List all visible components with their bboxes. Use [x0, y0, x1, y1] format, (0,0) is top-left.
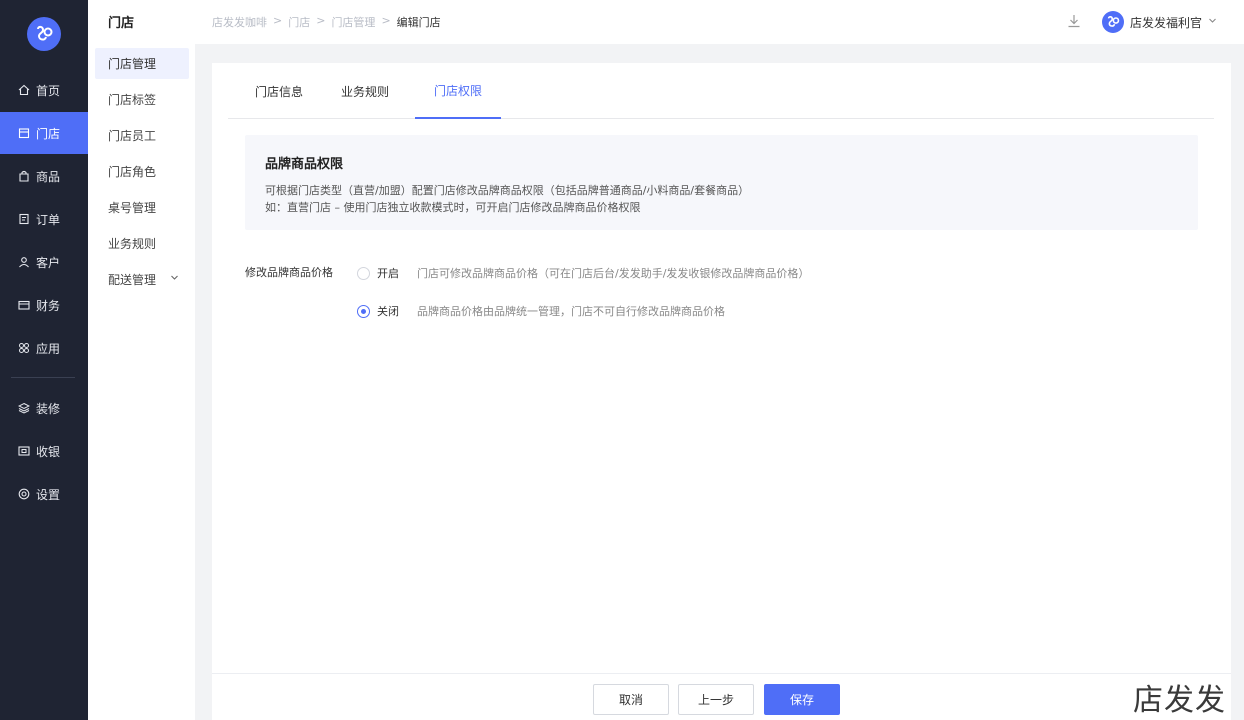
previous-step-button[interactable]: 上一步 — [678, 684, 754, 715]
nav-item-settings[interactable]: 设置 — [0, 473, 88, 515]
top-header: 店发发咖啡 > 门店 > 门店管理 > 编辑门店 店发发福利官 — [195, 0, 1244, 44]
submenu-label: 配送管理 — [108, 273, 157, 287]
nav-item-decor[interactable]: 装修 — [0, 387, 88, 429]
store-icon — [18, 127, 30, 139]
tab-store-info[interactable]: 门店信息 — [248, 63, 310, 119]
breadcrumb-item[interactable]: 门店管理 — [331, 14, 375, 30]
tab-store-permissions[interactable]: 门店权限 — [415, 63, 501, 119]
submenu-item-business-rules[interactable]: 业务规则 — [95, 228, 189, 259]
nav-item-cashier[interactable]: 收银 — [0, 430, 88, 472]
radio-label: 开启 — [377, 267, 399, 280]
submenu-item-store-manage[interactable]: 门店管理 — [95, 48, 189, 79]
nav-label: 订单 — [36, 212, 61, 227]
layers-icon — [18, 402, 30, 414]
breadcrumb-separator: > — [273, 14, 283, 27]
nav-item-finance[interactable]: 财务 — [0, 284, 88, 326]
nav-item-goods[interactable]: 商品 — [0, 155, 88, 197]
nav-label: 设置 — [36, 487, 61, 502]
submenu-item-store-staff[interactable]: 门店员工 — [95, 120, 189, 151]
main-nav: 首页 门店 商品 订单 客户 财务 应用 装修 收银 设置 — [0, 0, 88, 720]
nav-label: 商品 — [36, 169, 61, 184]
nav-item-customers[interactable]: 客户 — [0, 241, 88, 283]
tab-label: 门店权限 — [433, 83, 482, 98]
info-panel: 品牌商品权限 可根据门店类型（直营/加盟）配置门店修改品牌商品权限（包括品牌普通… — [245, 135, 1198, 230]
radio-description: 品牌商品价格由品牌统一管理，门店不可自行修改品牌商品价格 — [417, 305, 725, 318]
nav-label: 收银 — [36, 444, 61, 459]
breadcrumb: 店发发咖啡 > 门店 > 门店管理 > 编辑门店 — [212, 14, 441, 30]
submenu-label: 业务规则 — [108, 237, 157, 251]
info-title: 品牌商品权限 — [265, 157, 344, 172]
radio-description: 门店可修改品牌商品价格（可在门店后台/发发助手/发发收银修改品牌商品价格） — [417, 267, 810, 280]
chevron-down-icon — [170, 273, 179, 285]
nav-label: 财务 — [36, 298, 61, 313]
info-description: 可根据门店类型（直营/加盟）配置门店修改品牌商品权限（包括品牌普通商品/小料商品… — [265, 184, 750, 197]
bag-icon — [18, 170, 30, 182]
tab-bar: 门店信息 业务规则 门店权限 — [228, 63, 1214, 119]
watermark: 店发发 — [1133, 683, 1226, 718]
logo-icon — [37, 25, 53, 41]
save-button[interactable]: 保存 — [764, 684, 840, 715]
breadcrumb-current: 编辑门店 — [396, 16, 441, 29]
nav-label: 首页 — [36, 83, 61, 98]
order-icon — [18, 213, 30, 225]
nav-label: 客户 — [36, 255, 61, 270]
submenu-label: 桌号管理 — [108, 201, 157, 215]
user-icon — [18, 256, 30, 268]
submenu-title: 门店 — [108, 16, 135, 31]
user-menu[interactable]: 店发发福利官 — [1102, 11, 1217, 33]
apps-icon — [18, 342, 30, 354]
radio-button[interactable] — [357, 304, 370, 318]
action-footer: 取消 上一步 保存 — [212, 673, 1231, 720]
radio-button[interactable] — [357, 266, 370, 280]
nav-label: 门店 — [36, 126, 61, 141]
settings-icon — [18, 488, 30, 500]
home-icon — [18, 84, 30, 96]
radio-label: 关闭 — [377, 305, 399, 318]
radio-option-disable[interactable]: 关闭 品牌商品价格由品牌统一管理，门店不可自行修改品牌商品价格 — [357, 303, 725, 319]
submenu-item-store-tags[interactable]: 门店标签 — [95, 84, 189, 115]
breadcrumb-separator: > — [381, 14, 391, 27]
submenu-item-table-numbers[interactable]: 桌号管理 — [95, 192, 189, 223]
nav-label: 装修 — [36, 401, 61, 416]
nav-item-apps[interactable]: 应用 — [0, 327, 88, 369]
sub-menu: 门店 门店管理 门店标签 门店员工 门店角色 桌号管理 业务规则 配送管理 — [88, 0, 195, 720]
price-permission-label: 修改品牌商品价格 — [245, 266, 333, 279]
tab-label: 业务规则 — [340, 84, 389, 99]
breadcrumb-item[interactable]: 门店 — [288, 14, 310, 30]
wallet-icon — [18, 299, 30, 311]
submenu-item-store-roles[interactable]: 门店角色 — [95, 156, 189, 187]
radio-option-enable[interactable]: 开启 门店可修改品牌商品价格（可在门店后台/发发助手/发发收银修改品牌商品价格） — [357, 265, 809, 281]
submenu-label: 门店管理 — [108, 57, 157, 71]
cashier-icon — [18, 445, 30, 457]
nav-item-store[interactable]: 门店 — [0, 112, 88, 154]
submenu-label: 门店标签 — [108, 93, 157, 107]
nav-item-orders[interactable]: 订单 — [0, 198, 88, 240]
submenu-label: 门店角色 — [108, 165, 157, 179]
breadcrumb-item[interactable]: 店发发咖啡 — [212, 14, 267, 30]
content-card: 门店信息 业务规则 门店权限 品牌商品权限 可根据门店类型（直营/加盟）配置门店… — [212, 63, 1231, 673]
nav-label: 应用 — [36, 341, 61, 356]
info-example: 如：直营门店 – 使用门店独立收款模式时，可开启门店修改品牌商品价格权限 — [265, 201, 641, 214]
cancel-button[interactable]: 取消 — [593, 684, 669, 715]
app-logo[interactable] — [27, 17, 61, 51]
tab-label: 门店信息 — [254, 84, 303, 99]
avatar — [1102, 11, 1124, 33]
nav-item-home[interactable]: 首页 — [0, 69, 88, 111]
tab-business-rules[interactable]: 业务规则 — [334, 63, 396, 119]
download-icon[interactable] — [1066, 13, 1082, 29]
submenu-item-delivery[interactable]: 配送管理 — [95, 264, 189, 295]
submenu-label: 门店员工 — [108, 129, 157, 143]
breadcrumb-separator: > — [316, 14, 326, 27]
chevron-down-icon — [1208, 16, 1217, 28]
nav-divider — [11, 377, 75, 378]
user-name: 店发发福利官 — [1130, 15, 1203, 30]
